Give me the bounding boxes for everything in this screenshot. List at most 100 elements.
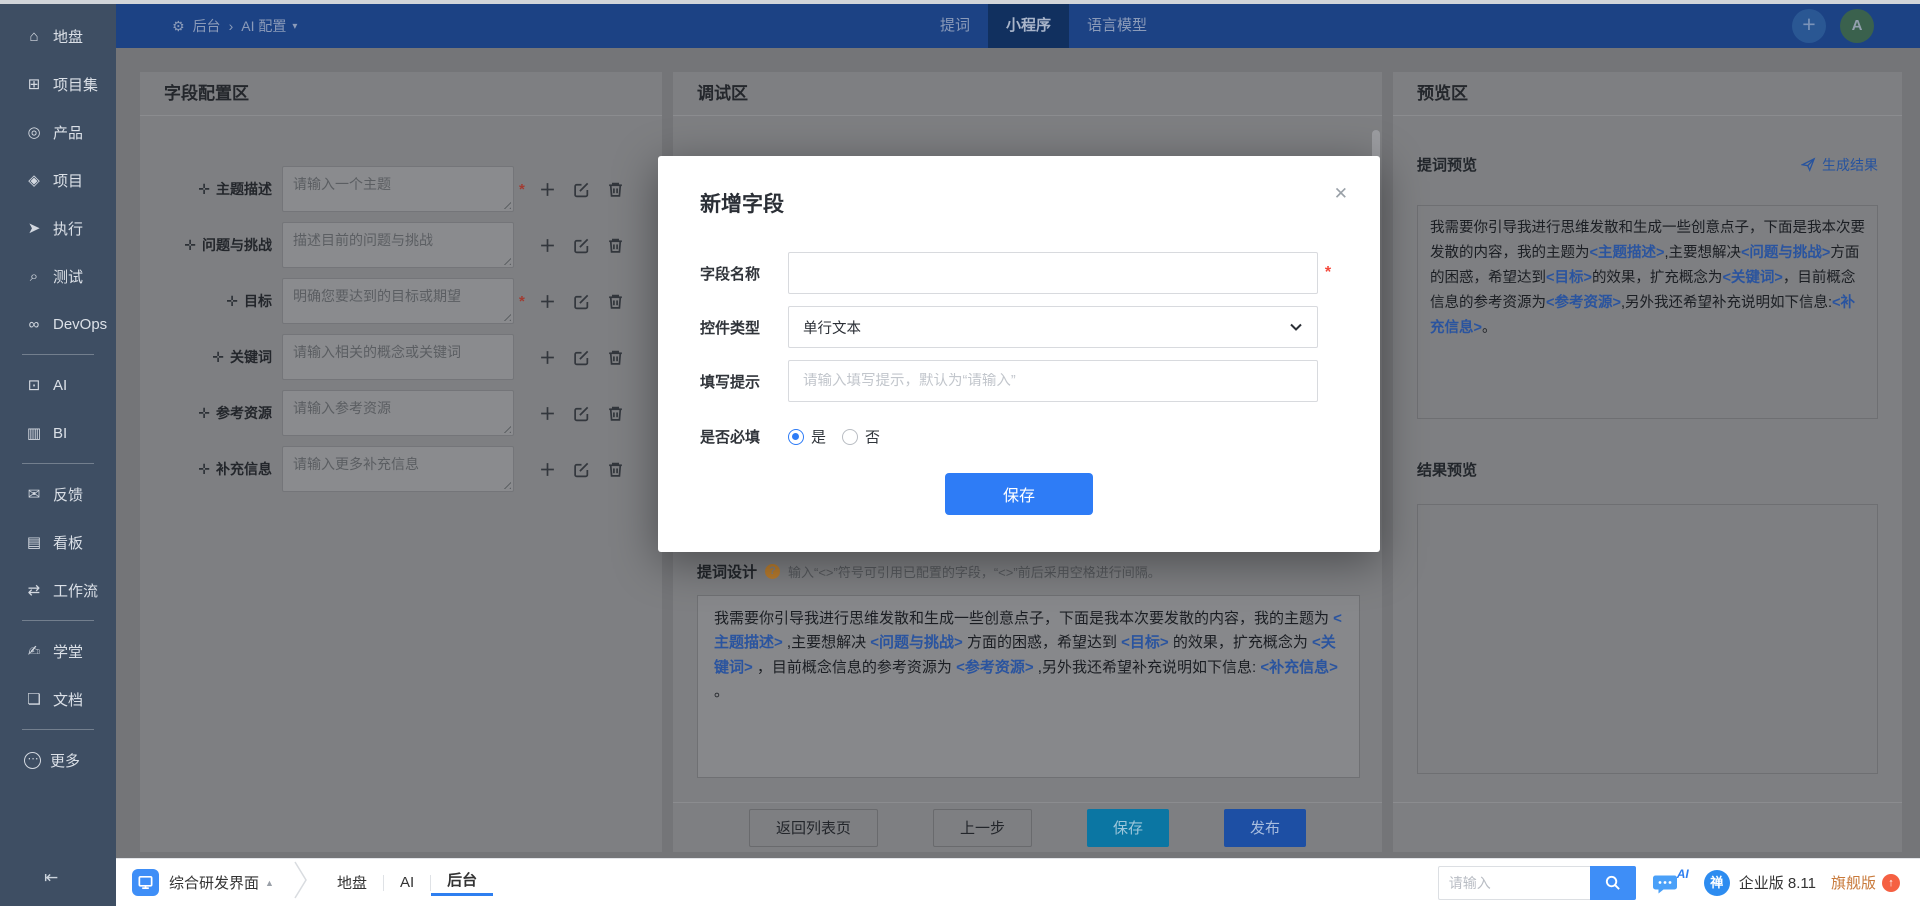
search-input[interactable] xyxy=(1437,865,1590,900)
trash-icon[interactable] xyxy=(607,237,624,254)
field-placeholder-input[interactable]: 明确您要达到的目标或期望 xyxy=(282,278,514,324)
edit-icon[interactable] xyxy=(573,181,590,198)
edit-icon[interactable] xyxy=(573,237,590,254)
trash-icon[interactable] xyxy=(607,405,624,422)
sidebar-item-label: 文档 xyxy=(53,691,84,709)
header-tab-语言模型[interactable]: 语言模型 xyxy=(1069,4,1165,48)
trash-icon[interactable] xyxy=(607,293,624,310)
control-type-select[interactable]: 单行文本 xyxy=(788,306,1318,348)
field-placeholder-input[interactable]: 请输入相关的概念或关键词 xyxy=(282,334,514,380)
field-placeholder-input[interactable]: 请输入更多补充信息 xyxy=(282,446,514,492)
sidebar-collapse-icon[interactable]: ⇤ xyxy=(0,852,116,906)
move-icon[interactable]: ✛ xyxy=(226,293,238,310)
prompt-design-title: 提词设计 xyxy=(697,564,758,581)
ai-chat-button[interactable]: AI xyxy=(1651,867,1689,895)
sidebar-item-feedback[interactable]: ✉ 反馈 xyxy=(0,470,116,518)
secondary-button[interactable]: 返回列表页 xyxy=(748,808,878,847)
plus-icon[interactable] xyxy=(539,293,556,310)
save-button[interactable]: 保存 xyxy=(1087,808,1170,847)
radio-否[interactable] xyxy=(842,429,859,445)
field-label-text: 目标 xyxy=(244,293,272,309)
move-icon[interactable]: ✛ xyxy=(198,405,210,422)
breadcrumb-current[interactable]: AI 配置 xyxy=(241,16,286,36)
sidebar-item-devops[interactable]: ∞ DevOps xyxy=(0,300,116,348)
doc-icon: ❏ xyxy=(27,691,41,708)
home-icon: ⌂ xyxy=(29,27,39,45)
sidebar-item-program[interactable]: ⊞ 项目集 xyxy=(0,60,116,108)
field-placeholder-input[interactable]: 请输入参考资源 xyxy=(282,390,514,436)
taskbar-nav-地盘[interactable]: 地盘 xyxy=(321,872,383,893)
sidebar-item-home[interactable]: ⌂ 地盘 xyxy=(0,12,116,60)
publish-button[interactable]: 发布 xyxy=(1224,808,1307,847)
sidebar-item-label: 产品 xyxy=(53,124,84,142)
move-icon[interactable]: ✛ xyxy=(198,461,210,478)
create-button[interactable]: + xyxy=(1792,9,1826,43)
trash-icon[interactable] xyxy=(607,349,624,366)
field-placeholder-input[interactable]: 请输入一个主题 xyxy=(282,166,514,212)
plus-icon[interactable] xyxy=(539,461,556,478)
move-icon[interactable]: ✛ xyxy=(212,349,224,366)
app-switcher-icon[interactable] xyxy=(132,869,159,896)
generate-result-link[interactable]: 生成结果 xyxy=(1801,155,1878,175)
fill-hint-input[interactable] xyxy=(803,373,1303,389)
move-icon[interactable]: ✛ xyxy=(198,181,210,198)
field-token: <问题与挑战> xyxy=(1740,244,1831,261)
upgrade-arrow-icon[interactable]: ↑ xyxy=(1882,873,1900,892)
sidebar-item-workflow[interactable]: ⇄ 工作流 xyxy=(0,566,116,614)
app-switcher-label[interactable]: 综合研发界面 xyxy=(169,872,259,893)
plus-icon[interactable] xyxy=(539,405,556,422)
field-name-input[interactable] xyxy=(803,265,1303,281)
plus-icon[interactable] xyxy=(539,181,556,198)
breadcrumb-root[interactable]: 后台 xyxy=(193,16,221,36)
field-placeholder-input[interactable]: 描述目前的问题与挑战 xyxy=(282,222,514,268)
sidebar-item-product[interactable]: ◎ 产品 xyxy=(0,108,116,156)
close-icon[interactable]: ✕ xyxy=(1334,184,1348,204)
sidebar-item-more[interactable]: ⋯ 更多 xyxy=(0,736,116,784)
caret-up-icon: ▲ xyxy=(265,877,274,888)
edit-icon[interactable] xyxy=(573,461,590,478)
taskbar-nav-AI[interactable]: AI xyxy=(384,874,430,891)
field-token: <主题描述> xyxy=(1589,244,1665,261)
avatar[interactable]: A xyxy=(1840,9,1874,43)
prompt-text: 的效果，扩充概念为 xyxy=(1168,634,1313,652)
search-button[interactable] xyxy=(1589,865,1636,900)
plus-icon[interactable] xyxy=(539,349,556,366)
upgrade-link[interactable]: 旗舰版 xyxy=(1831,872,1876,893)
ai-icon: ⊡ xyxy=(27,377,41,394)
trash-icon[interactable] xyxy=(607,461,624,478)
sidebar-item-doc[interactable]: ❏ 文档 xyxy=(0,675,116,723)
field-label: ✛ 目标 xyxy=(140,291,272,311)
save-button[interactable]: 保存 xyxy=(945,473,1093,515)
edit-icon[interactable] xyxy=(573,293,590,310)
field-config-row: ✛ 问题与挑战 描述目前的问题与挑战 xyxy=(140,222,662,268)
sidebar-item-ai[interactable]: ⊡ AI xyxy=(0,361,116,409)
move-icon[interactable]: ✛ xyxy=(184,237,196,254)
project-icon: ◈ xyxy=(28,172,40,189)
edit-icon[interactable] xyxy=(573,349,590,366)
field-row-actions xyxy=(539,349,624,366)
edition-label: 企业版 8.11 xyxy=(1738,875,1816,892)
sidebar-item-execution[interactable]: ➤ 执行 xyxy=(0,204,116,252)
breadcrumb: ⚙ 后台 › AI 配置 ▾ xyxy=(172,16,297,36)
modal-title: 新增字段 xyxy=(700,193,784,216)
header-tab-小程序[interactable]: 小程序 xyxy=(988,4,1070,48)
secondary-button[interactable]: 上一步 xyxy=(932,808,1032,847)
sidebar-item-bi[interactable]: ▥ BI xyxy=(0,409,116,457)
zentao-logo[interactable]: 禅 xyxy=(1703,869,1730,896)
sidebar-item-learn[interactable]: ✍ 学堂 xyxy=(0,627,116,675)
taskbar-nav-后台[interactable]: 后台 xyxy=(431,869,494,896)
plus-icon[interactable] xyxy=(539,237,556,254)
sidebar-item-qa[interactable]: ⌕ 测试 xyxy=(0,252,116,300)
sidebar-item-project[interactable]: ◈ 项目 xyxy=(0,156,116,204)
more-icon: ⋯ xyxy=(24,751,41,769)
prompt-design-textarea[interactable]: 我需要你引导我进行思维发散和生成一些创意点子，下面是我本次要发散的内容，我的主题… xyxy=(697,595,1360,778)
radio-是[interactable] xyxy=(788,429,804,445)
workflow-icon: ⇄ xyxy=(27,582,41,599)
add-field-modal: 新增字段 ✕ 字段名称 * 控件类型 单行文本 填写提示 是否必填 是否 保存 xyxy=(658,156,1380,552)
required-asterisk: * xyxy=(519,180,525,198)
edit-icon[interactable] xyxy=(573,405,590,422)
search-icon xyxy=(1606,875,1621,890)
trash-icon[interactable] xyxy=(607,181,624,198)
sidebar-item-kanban[interactable]: ▤ 看板 xyxy=(0,518,116,566)
header-tab-提词[interactable]: 提词 xyxy=(922,4,988,48)
